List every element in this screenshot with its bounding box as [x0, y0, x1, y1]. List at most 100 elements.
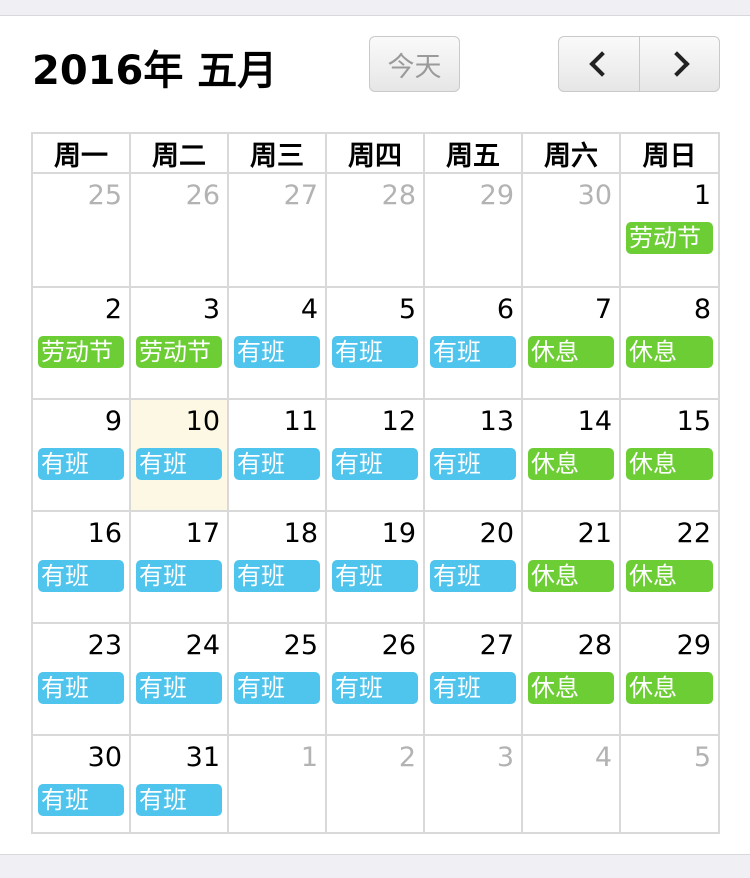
day-number: 15: [676, 406, 711, 437]
day-cell[interactable]: 30: [523, 174, 621, 288]
day-cell[interactable]: 28 休息: [523, 624, 621, 736]
day-number: 18: [283, 518, 318, 549]
day-cell[interactable]: 5: [621, 736, 720, 834]
event-work[interactable]: 有班: [234, 448, 320, 480]
day-number: 12: [381, 406, 416, 437]
day-cell[interactable]: 6 有班: [425, 288, 523, 400]
event-work[interactable]: 有班: [430, 672, 516, 704]
day-cell[interactable]: 26 有班: [327, 624, 425, 736]
day-cell[interactable]: 20 有班: [425, 512, 523, 624]
event-rest[interactable]: 休息: [528, 672, 614, 704]
day-cell[interactable]: 1: [229, 736, 327, 834]
event-holiday[interactable]: 劳动节: [38, 336, 124, 368]
day-number: 21: [577, 518, 612, 549]
month-grid: 周一 周二 周三 周四 周五 周六 周日 25 26 27 28 29 30 1 劳动节 2 劳动节 3 劳动节 4 有…: [31, 132, 720, 834]
day-cell[interactable]: 25: [33, 174, 131, 288]
next-month-button[interactable]: [639, 36, 720, 92]
event-rest[interactable]: 休息: [626, 672, 713, 704]
day-cell[interactable]: 30 有班: [33, 736, 131, 834]
day-cell[interactable]: 22 休息: [621, 512, 720, 624]
event-work[interactable]: 有班: [332, 560, 418, 592]
event-rest[interactable]: 休息: [528, 336, 614, 368]
weekday-header: 周二: [131, 134, 229, 174]
day-number: 11: [283, 406, 318, 437]
prev-month-button[interactable]: [558, 36, 640, 92]
event-work[interactable]: 有班: [136, 672, 222, 704]
weekday-header: 周六: [523, 134, 621, 174]
day-cell[interactable]: 3 劳动节: [131, 288, 229, 400]
weekday-header: 周三: [229, 134, 327, 174]
day-cell[interactable]: 11 有班: [229, 400, 327, 512]
event-work[interactable]: 有班: [430, 448, 516, 480]
day-number: 5: [693, 742, 711, 773]
event-holiday[interactable]: 劳动节: [136, 336, 222, 368]
event-rest[interactable]: 休息: [626, 336, 713, 368]
day-number: 26: [381, 630, 416, 661]
day-cell[interactable]: 24 有班: [131, 624, 229, 736]
day-cell[interactable]: 28: [327, 174, 425, 288]
event-work[interactable]: 有班: [136, 560, 222, 592]
day-cell[interactable]: 23 有班: [33, 624, 131, 736]
day-cell[interactable]: 4 有班: [229, 288, 327, 400]
day-cell[interactable]: 31 有班: [131, 736, 229, 834]
weekday-header: 周一: [33, 134, 131, 174]
day-cell-today[interactable]: 10 有班: [131, 400, 229, 512]
event-work[interactable]: 有班: [38, 560, 124, 592]
event-work[interactable]: 有班: [136, 784, 222, 816]
day-number: 6: [496, 294, 514, 325]
chevron-left-icon: [589, 51, 615, 77]
day-cell[interactable]: 9 有班: [33, 400, 131, 512]
day-cell[interactable]: 18 有班: [229, 512, 327, 624]
day-number: 29: [479, 180, 514, 211]
day-number: 2: [398, 742, 416, 773]
event-work[interactable]: 有班: [38, 448, 124, 480]
event-work[interactable]: 有班: [234, 336, 320, 368]
day-cell[interactable]: 12 有班: [327, 400, 425, 512]
event-work[interactable]: 有班: [430, 336, 516, 368]
day-number: 28: [577, 630, 612, 661]
event-work[interactable]: 有班: [430, 560, 516, 592]
day-cell[interactable]: 13 有班: [425, 400, 523, 512]
day-cell[interactable]: 16 有班: [33, 512, 131, 624]
event-work[interactable]: 有班: [38, 672, 124, 704]
day-cell[interactable]: 7 休息: [523, 288, 621, 400]
day-cell[interactable]: 26: [131, 174, 229, 288]
day-cell[interactable]: 29: [425, 174, 523, 288]
day-number: 31: [185, 742, 220, 773]
event-work[interactable]: 有班: [136, 448, 222, 480]
event-work[interactable]: 有班: [234, 560, 320, 592]
day-cell[interactable]: 27 有班: [425, 624, 523, 736]
day-cell[interactable]: 19 有班: [327, 512, 425, 624]
event-work[interactable]: 有班: [234, 672, 320, 704]
day-number: 9: [104, 406, 122, 437]
day-cell[interactable]: 15 休息: [621, 400, 720, 512]
day-cell[interactable]: 21 休息: [523, 512, 621, 624]
today-button[interactable]: 今天: [369, 36, 460, 92]
day-cell[interactable]: 25 有班: [229, 624, 327, 736]
event-work[interactable]: 有班: [332, 336, 418, 368]
day-cell[interactable]: 1 劳动节: [621, 174, 720, 288]
day-number: 7: [594, 294, 612, 325]
day-cell[interactable]: 2: [327, 736, 425, 834]
day-number: 27: [479, 630, 514, 661]
event-rest[interactable]: 休息: [626, 448, 713, 480]
day-cell[interactable]: 27: [229, 174, 327, 288]
day-cell[interactable]: 14 休息: [523, 400, 621, 512]
event-rest[interactable]: 休息: [528, 448, 614, 480]
day-cell[interactable]: 4: [523, 736, 621, 834]
day-number: 13: [479, 406, 514, 437]
event-work[interactable]: 有班: [332, 672, 418, 704]
event-work[interactable]: 有班: [332, 448, 418, 480]
day-cell[interactable]: 8 休息: [621, 288, 720, 400]
day-number: 5: [398, 294, 416, 325]
event-holiday[interactable]: 劳动节: [626, 222, 713, 254]
day-cell[interactable]: 17 有班: [131, 512, 229, 624]
day-number: 4: [300, 294, 318, 325]
day-cell[interactable]: 29 休息: [621, 624, 720, 736]
day-cell[interactable]: 3: [425, 736, 523, 834]
event-work[interactable]: 有班: [38, 784, 124, 816]
event-rest[interactable]: 休息: [626, 560, 713, 592]
day-cell[interactable]: 5 有班: [327, 288, 425, 400]
day-cell[interactable]: 2 劳动节: [33, 288, 131, 400]
event-rest[interactable]: 休息: [528, 560, 614, 592]
